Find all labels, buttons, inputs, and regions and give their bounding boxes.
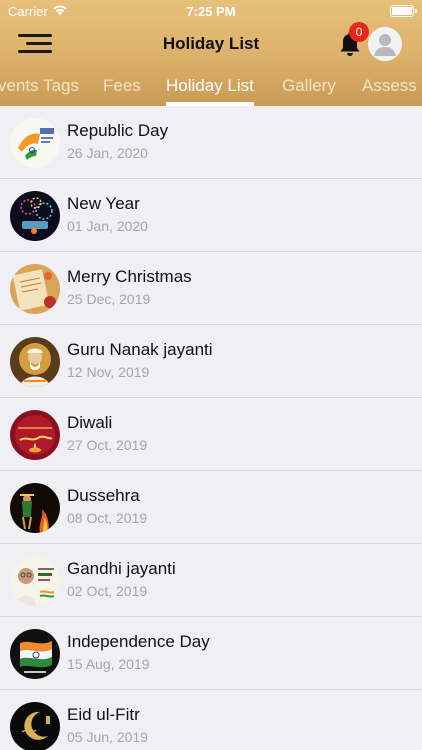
tab-holiday-list[interactable]: Holiday List <box>166 76 254 96</box>
holiday-name: New Year <box>67 194 140 213</box>
list-item[interactable]: Republic Day 26 Jan, 2020 <box>0 106 422 179</box>
list-item[interactable]: Eid ul-Fitr 05 Jun, 2019 <box>0 690 422 750</box>
tab-bar: vents Tags Fees Holiday List Gallery Ass… <box>0 66 422 106</box>
list-item[interactable]: Dussehra 08 Oct, 2019 <box>0 471 422 544</box>
notification-badge: 0 <box>349 22 369 42</box>
christmas-thumbnail <box>10 264 60 314</box>
holiday-date: 01 Jan, 2020 <box>67 218 148 234</box>
new-year-fireworks-thumbnail <box>10 191 60 241</box>
list-item[interactable]: Merry Christmas 25 Dec, 2019 <box>0 252 422 325</box>
holiday-date: 05 Jun, 2019 <box>67 729 148 745</box>
holiday-name: Independence Day <box>67 632 210 651</box>
list-item[interactable]: Guru Nanak jayanti 12 Nov, 2019 <box>0 325 422 398</box>
tab-assessment[interactable]: Assess <box>362 76 417 96</box>
holiday-date: 25 Dec, 2019 <box>67 291 151 307</box>
tab-events-tags[interactable]: vents Tags <box>0 76 79 96</box>
eid-thumbnail <box>10 702 60 750</box>
list-item[interactable]: New Year 01 Jan, 2020 <box>0 179 422 252</box>
battery-icon <box>390 5 417 17</box>
tab-fees[interactable]: Fees <box>103 76 141 96</box>
status-time: 7:25 PM <box>186 4 236 19</box>
list-item[interactable]: Gandhi jayanti 02 Oct, 2019 <box>0 544 422 617</box>
holiday-date: 26 Jan, 2020 <box>67 145 148 161</box>
holiday-date: 02 Oct, 2019 <box>67 583 148 599</box>
holiday-name: Dussehra <box>67 486 140 505</box>
list-item[interactable]: Diwali 27 Oct, 2019 <box>0 398 422 471</box>
holiday-date: 27 Oct, 2019 <box>67 437 148 453</box>
holiday-name: Merry Christmas <box>67 267 192 286</box>
holiday-name: Guru Nanak jayanti <box>67 340 213 359</box>
holiday-date: 12 Nov, 2019 <box>67 364 150 380</box>
independence-day-thumbnail <box>10 629 60 679</box>
holiday-name: Diwali <box>67 413 113 432</box>
republic-day-thumbnail <box>10 118 60 168</box>
app-header: Carrier 7:25 PM Holiday List 0 vents Tag… <box>0 0 422 106</box>
holiday-date: 15 Aug, 2019 <box>67 656 150 672</box>
holiday-name: Gandhi jayanti <box>67 559 176 578</box>
holiday-name: Republic Day <box>67 121 169 140</box>
user-avatar-icon[interactable] <box>368 27 402 61</box>
guru-nanak-thumbnail <box>10 337 60 387</box>
tab-gallery[interactable]: Gallery <box>282 76 336 96</box>
holiday-date: 08 Oct, 2019 <box>67 510 148 526</box>
holiday-list[interactable]: Republic Day 26 Jan, 2020 New Year 01 Ja… <box>0 106 422 750</box>
status-bar: Carrier 7:25 PM <box>0 0 422 22</box>
diwali-thumbnail <box>10 410 60 460</box>
list-item[interactable]: Independence Day 15 Aug, 2019 <box>0 617 422 690</box>
gandhi-jayanti-thumbnail <box>10 556 60 606</box>
navigation-bar: Holiday List 0 <box>0 22 422 66</box>
dussehra-thumbnail <box>10 483 60 533</box>
holiday-name: Eid ul-Fitr <box>67 705 140 724</box>
